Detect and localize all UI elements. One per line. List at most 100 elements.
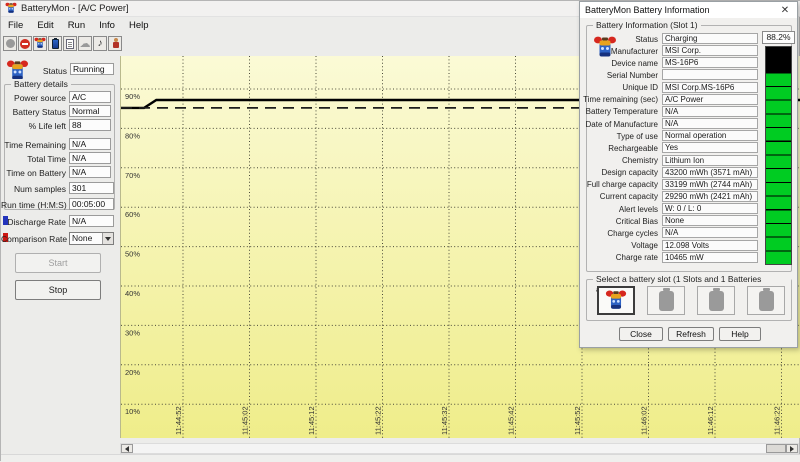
close-button[interactable]: Close — [619, 327, 663, 341]
left-panel: Status Running Battery details Power sou… — [1, 56, 119, 453]
info-label: Design capacity — [602, 168, 658, 177]
cloud-button[interactable]: ☁ — [78, 36, 92, 51]
info-value-field[interactable]: MSI Corp.MS-16P6 — [662, 82, 758, 93]
info-value-field[interactable]: 10465 mW — [662, 252, 758, 263]
scrollbar-thumb[interactable] — [766, 444, 786, 453]
battery-status-button[interactable] — [33, 36, 47, 51]
help-button[interactable]: Help — [719, 327, 761, 341]
detail-value-field[interactable]: N/A — [69, 166, 111, 178]
info-label: Alert levels — [619, 205, 658, 214]
stop-icon — [20, 39, 30, 49]
stop-button[interactable] — [18, 36, 32, 51]
battery-slot-button-4[interactable] — [747, 286, 785, 315]
info-label: Status — [635, 35, 658, 44]
stat-value-field[interactable]: 00:05:00 — [69, 198, 114, 210]
x-tick-label: 11:45:32 — [440, 406, 449, 435]
info-label: Charge rate — [616, 253, 658, 262]
info-value-field[interactable]: W: 0 / L: 0 — [662, 203, 758, 214]
detail-label: Time on Battery — [1, 168, 66, 178]
comparison-rate-dropdown[interactable]: None — [69, 232, 114, 245]
menu-item-file[interactable]: File — [1, 19, 30, 32]
detail-label: Battery Status — [1, 107, 66, 117]
note-icon: ♪ — [98, 39, 103, 49]
stat-label: Run time (H:M:S) — [1, 200, 66, 210]
battery-silhouette-icon — [659, 291, 674, 311]
x-tick-label: 11:44:52 — [174, 406, 183, 435]
stat-value-field[interactable]: 301 — [69, 182, 114, 194]
exit-icon — [111, 38, 120, 49]
info-value-field[interactable]: 33199 mWh (2744 mAh) — [662, 179, 758, 190]
y-tick-label: 80% — [125, 131, 140, 140]
chart-horizontal-scrollbar[interactable] — [120, 443, 799, 454]
start-button[interactable]: Start — [15, 253, 101, 273]
info-label: Battery Temperature — [586, 107, 658, 116]
refresh-button[interactable]: Refresh — [668, 327, 714, 341]
y-tick-label: 20% — [125, 368, 140, 377]
info-value-field[interactable]: N/A — [662, 106, 758, 117]
x-tick-label: 11:45:22 — [374, 406, 383, 435]
info-value-field[interactable]: None — [662, 215, 758, 226]
menu-item-edit[interactable]: Edit — [30, 19, 60, 32]
menu-item-help[interactable]: Help — [122, 19, 156, 32]
window-title: BatteryMon - [A/C Power] — [21, 3, 129, 14]
detail-value-field[interactable]: N/A — [69, 138, 111, 150]
status-value-field[interactable]: Running — [70, 63, 114, 75]
stop-button[interactable]: Stop — [15, 280, 101, 300]
info-value-field[interactable]: Lithium Ion — [662, 155, 758, 166]
info-value-field[interactable]: 12.098 Volts — [662, 240, 758, 251]
x-tick-label: 11:46:02 — [640, 406, 649, 435]
exit-button[interactable] — [108, 36, 122, 51]
x-tick-label: 11:46:22 — [773, 406, 782, 435]
battery-lock-button[interactable] — [48, 36, 62, 51]
detail-value-field[interactable]: A/C — [69, 91, 111, 103]
info-value-field[interactable]: 29290 mWh (2421 mAh) — [662, 191, 758, 202]
charge-gauge-fill — [766, 73, 791, 264]
info-value-field[interactable]: Yes — [662, 142, 758, 153]
info-value-field[interactable]: N/A — [662, 118, 758, 129]
x-tick-label: 11:45:52 — [573, 406, 582, 435]
info-value-field[interactable]: MSI Corp. — [662, 45, 758, 56]
battery-slot-button-2[interactable] — [647, 286, 685, 315]
x-tick-label: 11:45:12 — [307, 406, 316, 435]
detail-label: Total Time — [1, 154, 66, 164]
battery-silhouette-icon — [759, 291, 774, 311]
detail-value-field[interactable]: 88 — [69, 119, 111, 131]
close-icon[interactable]: ✕ — [778, 5, 792, 16]
y-tick-label: 30% — [125, 328, 140, 337]
info-label: Type of use — [617, 132, 658, 141]
detail-label: Time Remaining — [1, 140, 66, 150]
battery-lock-icon — [52, 39, 59, 49]
info-value-field[interactable]: Normal operation — [662, 130, 758, 141]
dropdown-arrow-button[interactable] — [102, 233, 113, 244]
menu-item-run[interactable]: Run — [61, 19, 92, 32]
record-button[interactable] — [3, 36, 17, 51]
dialog-title: BatteryMon Battery Information — [585, 5, 778, 15]
info-value-field[interactable]: A/C Power — [662, 94, 758, 105]
app-icon — [5, 2, 17, 16]
note-button[interactable]: ♪ — [93, 36, 107, 51]
detail-value-field[interactable]: N/A — [69, 152, 111, 164]
info-value-field[interactable] — [662, 69, 758, 80]
info-value-field[interactable]: 43200 mWh (3571 mAh) — [662, 167, 758, 178]
battery-slot-button-3[interactable] — [697, 286, 735, 315]
info-label: Voltage — [631, 241, 658, 250]
info-value-field[interactable]: N/A — [662, 227, 758, 238]
charge-percent-label: 88.2% — [762, 31, 795, 44]
y-tick-label: 70% — [125, 171, 140, 180]
stat-value-field[interactable]: N/A — [69, 215, 114, 227]
menu-item-info[interactable]: Info — [92, 19, 122, 32]
menu-bar: FileEditRunInfoHelp — [1, 18, 579, 32]
info-label: Rechargeable — [608, 144, 658, 153]
detail-label: % Life left — [1, 121, 66, 131]
battery-information-dialog: BatteryMon Battery Information ✕ Battery… — [579, 1, 798, 348]
info-value-field[interactable]: MS-16P6 — [662, 57, 758, 68]
scroll-right-button[interactable] — [786, 444, 798, 453]
log-file-button[interactable] — [63, 36, 77, 51]
info-value-field[interactable]: Charging — [662, 33, 758, 44]
scroll-left-icon — [125, 446, 129, 452]
detail-value-field[interactable]: Normal — [69, 105, 111, 117]
info-label: Charge cycles — [607, 229, 658, 238]
battery-slot-button-1[interactable] — [597, 286, 635, 315]
scroll-left-button[interactable] — [121, 444, 133, 453]
battery-silhouette-icon — [709, 291, 724, 311]
